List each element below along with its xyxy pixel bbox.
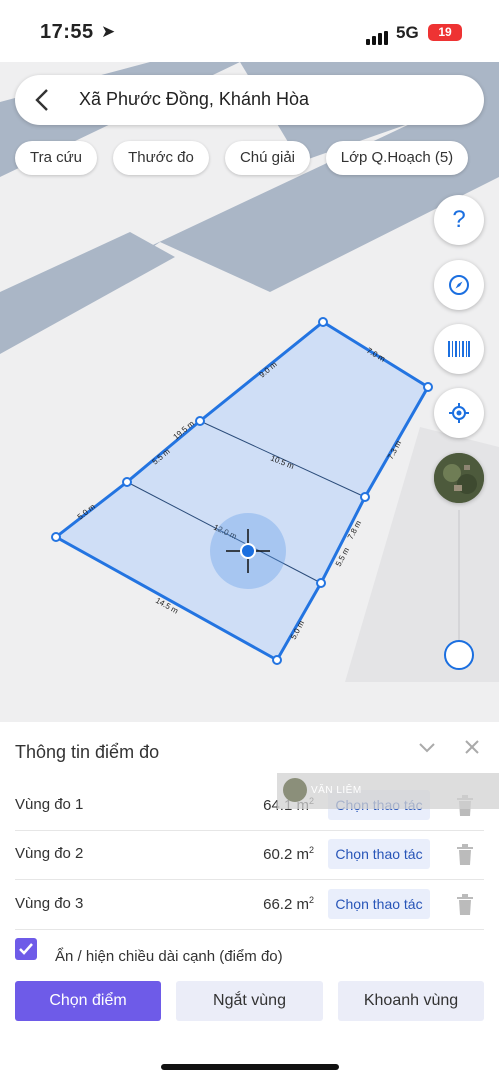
close-icon[interactable] (465, 740, 479, 754)
edge-length-checkbox[interactable] (15, 938, 37, 960)
region-area: 60.2 m2 (263, 845, 314, 863)
location-search-bar[interactable]: Xã Phước Đồng, Khánh Hòa (15, 75, 484, 125)
split-region-button[interactable]: Ngắt vùng (176, 981, 323, 1021)
choose-action-button[interactable]: Chọn thao tác (328, 839, 430, 869)
chip-lop-quy-hoach[interactable]: Lớp Q.Hoạch (5) (326, 141, 468, 175)
enclose-region-button[interactable]: Khoanh vùng (338, 981, 484, 1021)
vertex-point (272, 655, 282, 665)
compass-icon (449, 275, 469, 295)
help-button[interactable]: ? (434, 195, 484, 245)
region-name: Vùng đo 1 (15, 796, 84, 813)
list-item: Vùng đo 3 66.2 m2 Chọn thao tác (15, 880, 484, 930)
back-arrow-icon[interactable] (33, 87, 53, 113)
vertex-point (316, 578, 326, 588)
satellite-layer-icon (434, 453, 484, 503)
zoom-slider-handle[interactable] (444, 640, 474, 670)
chip-chu-giai[interactable]: Chú giải (225, 141, 310, 175)
list-item: Vùng đo 2 60.2 m2 Chọn thao tác (15, 830, 484, 880)
watermark: VĂN LIÊM (277, 773, 499, 809)
compass-button[interactable] (434, 260, 484, 310)
chip-tra-cuu[interactable]: Tra cứu (15, 141, 97, 175)
road-junction (0, 232, 175, 354)
vertex-point (122, 477, 132, 487)
avatar (283, 778, 307, 802)
location-title: Xã Phước Đồng, Khánh Hòa (79, 89, 309, 109)
edge-length-label: Ẩn / hiện chiều dài cạnh (điểm đo) (55, 948, 283, 965)
vertex-point (423, 382, 433, 392)
my-location-button[interactable] (434, 388, 484, 438)
trash-icon[interactable] (455, 894, 475, 916)
choose-action-button[interactable]: Chọn thao tác (328, 889, 430, 919)
checkmark-icon (19, 943, 33, 955)
select-point-button[interactable]: Chọn điểm (15, 981, 161, 1021)
region-name: Vùng đo 2 (15, 845, 84, 862)
chip-thuoc-do[interactable]: Thước đo (113, 141, 209, 175)
status-time: 17:55 (40, 21, 94, 43)
trash-icon[interactable] (455, 844, 475, 866)
vertex-point (360, 492, 370, 502)
question-icon: ? (452, 206, 466, 233)
barcode-icon (448, 341, 470, 357)
region-name: Vùng đo 3 (15, 895, 84, 912)
location-arrow-icon: ➤ (101, 22, 116, 41)
vertex-point (51, 532, 61, 542)
vertex-point (318, 317, 328, 327)
battery-icon: 19 (428, 24, 462, 41)
signal-icon (366, 27, 390, 45)
region-area: 66.2 m2 (263, 895, 314, 913)
zoom-slider-track[interactable] (458, 510, 460, 650)
panel-title: Thông tin điểm đo (15, 742, 160, 762)
vertex-point (195, 416, 205, 426)
barcode-button[interactable] (434, 324, 484, 374)
status-bar: 17:55 ➤ 5G 19 (0, 0, 499, 62)
satellite-layer-button[interactable] (434, 453, 484, 503)
locate-icon (449, 403, 469, 423)
watermark-name: VĂN LIÊM (311, 785, 362, 796)
network-type: 5G (396, 23, 419, 42)
home-indicator[interactable] (161, 1064, 339, 1070)
chevron-down-icon[interactable] (418, 742, 436, 754)
